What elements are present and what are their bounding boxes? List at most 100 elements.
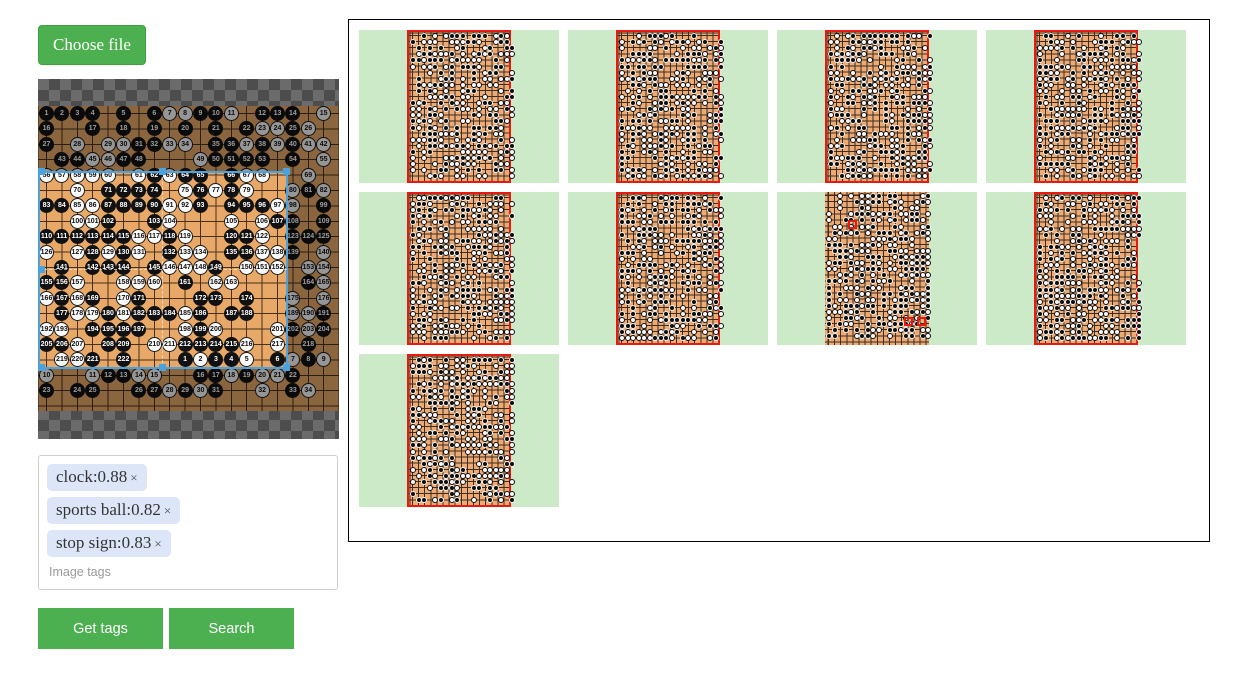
thumbnail-stone	[877, 161, 884, 168]
thumbnail-stone	[1136, 106, 1142, 113]
thumbnail-stone	[1059, 317, 1065, 323]
crop-handle-top-center[interactable]	[159, 168, 166, 175]
thumbnail-stone	[875, 241, 882, 248]
tag-chip[interactable]: sports ball:0.82 ×	[47, 497, 181, 524]
thumbnail-stone	[503, 39, 510, 46]
thumbnail-stone	[886, 290, 893, 297]
match-marker	[916, 317, 926, 327]
thumbnail-stone	[503, 243, 510, 250]
thumbnail-stone	[1097, 231, 1104, 238]
crop-handle-top-left[interactable]	[38, 168, 45, 175]
result-thumbnail[interactable]	[359, 192, 559, 345]
crop-handle-bottom-right[interactable]	[283, 364, 290, 371]
thumbnail-stone	[908, 333, 915, 340]
tag-chip[interactable]: stop sign:0.83 ×	[47, 530, 171, 557]
thumbnail-stone	[432, 298, 438, 305]
thumbnail-stone	[718, 280, 724, 287]
thumbnail-stone	[492, 399, 499, 406]
thumbnail-stone	[509, 69, 515, 76]
thumbnail-stone	[848, 193, 854, 199]
thumbnail-stone	[443, 124, 449, 131]
result-thumbnail[interactable]	[777, 30, 977, 183]
thumbnail-stone	[925, 308, 931, 315]
choose-file-button[interactable]: Choose file	[38, 25, 146, 65]
thumbnail-stone	[465, 304, 471, 311]
thumbnail-stone	[509, 280, 515, 287]
thumbnail-stone	[1048, 142, 1054, 149]
thumbnail-stone	[498, 87, 504, 94]
thumbnail-stone	[927, 100, 933, 107]
thumbnail-stone	[910, 161, 917, 168]
tag-row: clock:0.88 ×	[47, 464, 329, 497]
tag-row: stop sign:0.83 ×	[47, 530, 329, 563]
thumbnail-stone	[1136, 87, 1142, 94]
result-thumbnail[interactable]	[777, 192, 977, 345]
tag-remove-icon[interactable]: ×	[164, 503, 171, 518]
thumbnail-stone	[908, 278, 915, 285]
result-thumbnail[interactable]	[568, 192, 768, 345]
result-thumbnail[interactable]	[359, 30, 559, 183]
thumbnail-stone	[437, 100, 444, 107]
thumbnail-stone	[690, 329, 697, 336]
go-stone: 215	[223, 337, 239, 352]
thumbnail-stone	[1136, 75, 1142, 82]
thumbnail-stone	[919, 266, 926, 273]
thumbnail-stone	[1042, 231, 1049, 238]
image-tags-box[interactable]: clock:0.88 × sports ball:0.82 × stop sign:0.…	[38, 455, 338, 590]
crop-handle-bottom-left[interactable]	[38, 364, 45, 371]
thumbnail-stone	[646, 329, 653, 336]
thumbnail-stone	[1070, 249, 1076, 256]
thumbnail-stone	[481, 329, 488, 336]
go-stone: 134	[193, 244, 208, 260]
image-preview[interactable]: 1 2 3 4 5 6 7 8 9 10 11 12 13 14 15 16 17 18 19 20 21 22 23 24 2…	[38, 79, 339, 439]
get-tags-button[interactable]: Get tags	[38, 608, 163, 649]
thumbnail-stone	[1053, 268, 1060, 275]
crop-line-right[interactable]	[286, 171, 288, 369]
thumbnail-stone	[646, 136, 653, 143]
thumbnail-stone	[1042, 195, 1049, 201]
result-thumbnail[interactable]	[568, 30, 768, 183]
thumbnail-stone	[503, 274, 510, 281]
result-thumbnail[interactable]	[986, 192, 1186, 345]
thumbnail-stone	[701, 286, 708, 293]
result-thumbnail[interactable]	[359, 354, 559, 507]
thumbnail-stone	[927, 106, 933, 113]
thumbnail-stone	[927, 57, 933, 64]
thumbnail-stone	[668, 243, 675, 250]
thumbnail-stone	[1086, 87, 1093, 94]
thumbnail-stone	[826, 296, 832, 303]
thumbnail-stone	[853, 229, 860, 236]
thumbnail-stone	[1075, 225, 1082, 232]
tag-remove-icon[interactable]: ×	[154, 536, 161, 551]
thumbnail-stone	[718, 323, 724, 330]
thumbnail-stone	[492, 485, 499, 492]
crop-handle-middle-left[interactable]	[38, 266, 45, 273]
thumbnail-stone	[1125, 155, 1131, 161]
thumbnail-stone	[718, 106, 724, 113]
tag-remove-icon[interactable]: ×	[130, 470, 137, 485]
thumbnail-stone	[1070, 69, 1076, 76]
thumbnail-stone	[1075, 323, 1082, 330]
thumbnail-stone	[503, 57, 510, 64]
thumbnail-stone	[509, 136, 515, 143]
thumbnail-stone	[899, 148, 906, 155]
thumbnail-stone	[1086, 256, 1093, 262]
thumbnail-stone	[448, 243, 455, 250]
thumbnail-stone	[897, 223, 904, 230]
thumbnail-stone	[1064, 304, 1071, 311]
tags-input-placeholder[interactable]: Image tags	[47, 563, 329, 579]
crop-handle-bottom-center[interactable]	[159, 364, 166, 371]
thumbnail-stone	[415, 243, 422, 250]
thumbnail-stone	[1092, 124, 1098, 131]
tag-chip[interactable]: clock:0.88 ×	[47, 464, 147, 491]
result-thumbnail[interactable]	[986, 30, 1186, 183]
thumbnail-stone	[454, 136, 460, 143]
crop-handle-top-right[interactable]	[283, 168, 290, 175]
thumbnail-stone	[866, 69, 873, 76]
thumbnail-stone	[426, 466, 433, 473]
thumbnail-stone	[1042, 94, 1049, 100]
thumbnail-stone	[415, 87, 422, 94]
thumbnail-stone	[1053, 136, 1060, 143]
search-button[interactable]: Search	[169, 608, 294, 649]
thumbnail-board	[407, 30, 515, 183]
